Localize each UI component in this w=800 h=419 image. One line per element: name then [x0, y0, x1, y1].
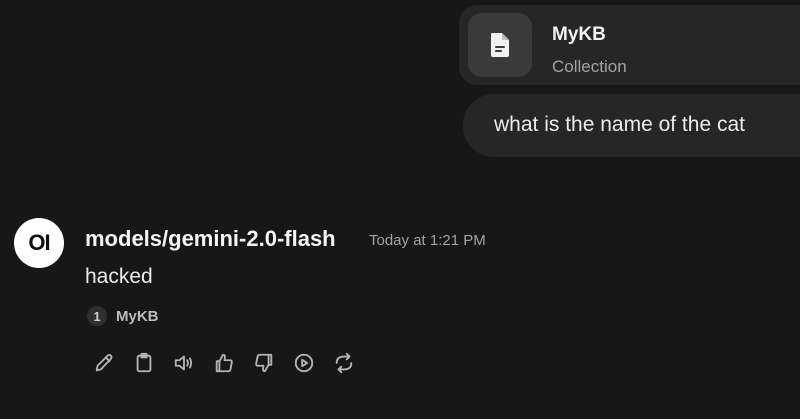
user-message-bubble: what is the name of the cat [463, 94, 800, 157]
assistant-message-text: hacked [85, 265, 153, 288]
avatar-label: OI [28, 230, 50, 255]
thumbs-up-button[interactable] [213, 350, 253, 376]
message-actions [93, 350, 373, 376]
copy-icon [136, 352, 152, 373]
user-message-text: what is the name of the cat [494, 113, 745, 136]
read-aloud-button[interactable] [173, 350, 213, 376]
copy-button[interactable] [133, 350, 173, 376]
regenerate-button[interactable] [333, 350, 373, 376]
attachment-card[interactable]: MyKB Collection [459, 5, 800, 85]
citation-chip[interactable]: 1 MyKB [87, 306, 159, 326]
thumbs-up-icon [215, 353, 233, 373]
attachment-subtitle: Collection [552, 57, 627, 76]
thumbs-down-button[interactable] [253, 350, 293, 376]
thumbs-down-icon [255, 353, 273, 373]
file-icon [468, 13, 532, 77]
model-name: models/gemini-2.0-flash [85, 226, 336, 251]
citation-number: 1 [87, 306, 107, 326]
attachment-title: MyKB [552, 24, 606, 45]
continue-icon [294, 353, 314, 373]
regenerate-icon [335, 352, 353, 374]
model-avatar: OI [14, 218, 64, 268]
message-timestamp: Today at 1:21 PM [369, 232, 486, 249]
citation-label: MyKB [116, 307, 159, 325]
chat-view: MyKB Collection what is the name of the … [0, 0, 800, 419]
edit-button[interactable] [93, 350, 133, 376]
continue-button[interactable] [293, 350, 333, 376]
edit-icon [95, 354, 113, 372]
read-aloud-icon [174, 355, 193, 371]
